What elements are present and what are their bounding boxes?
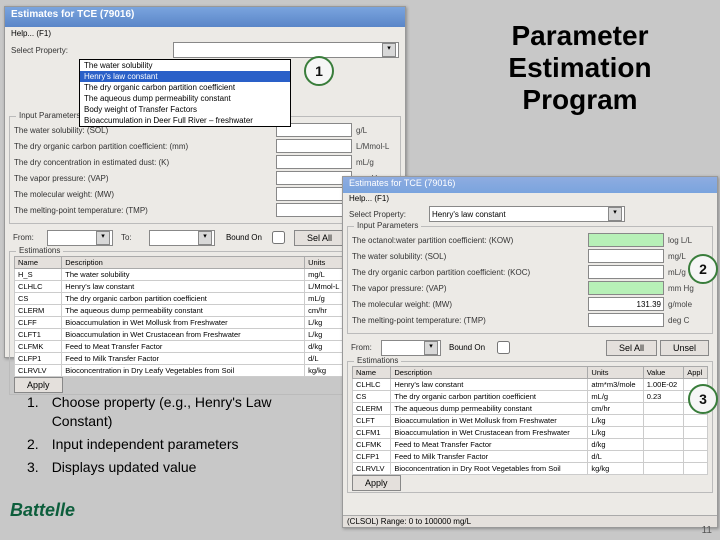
param-field[interactable] — [588, 281, 664, 295]
titlebar-back: Estimates for TCE (79016) — [5, 7, 405, 27]
param-field[interactable] — [276, 155, 352, 169]
table-row[interactable]: CLERMThe aqueous dump permeability const… — [15, 305, 396, 317]
selall-front[interactable]: Sel All — [606, 340, 657, 356]
table-row[interactable]: H_SThe water solubilitymg/L110 — [15, 269, 396, 281]
table-row[interactable]: CLRVLVBioconcentration in Dry Root Veget… — [353, 463, 708, 475]
slide: Parameter Estimation Program Estimates f… — [0, 0, 720, 540]
param-field[interactable] — [588, 249, 664, 263]
dropdown-option[interactable]: The aqueous dump permeability constant — [80, 93, 290, 104]
dropdown-option[interactable]: Henry's law constant — [80, 71, 290, 82]
param-field[interactable] — [276, 139, 352, 153]
table-row[interactable]: CSThe dry organic carbon partition coeff… — [15, 293, 396, 305]
window-front: Estimates for TCE (79016) Help... (F1) S… — [342, 176, 718, 528]
param-field[interactable] — [276, 187, 352, 201]
table-row[interactable]: CLFP1Feed to Milk Transfer Factord/L — [353, 451, 708, 463]
input-section-front: Input Parameters The octanol:water parti… — [347, 226, 713, 334]
select-property-label: Select Property: — [11, 46, 173, 55]
table-row[interactable]: CLFP1Feed to Milk Transfer Factord/L — [15, 353, 396, 365]
table-row[interactable]: CLRVLVBioconcentration in Dry Leafy Vege… — [15, 365, 396, 377]
table-row[interactable]: CSThe dry organic carbon partition coeff… — [353, 391, 708, 403]
property-dropdown-front[interactable]: Henry's law constant▾ — [429, 206, 625, 222]
callout-3: 3 — [688, 384, 718, 414]
to-dd-back[interactable]: ▾ — [149, 230, 215, 246]
dropdown-option[interactable]: The dry organic carbon partition coeffic… — [80, 82, 290, 93]
help-link-front[interactable]: Help... (F1) — [343, 193, 717, 204]
dropdown-list[interactable]: The water solubilityHenry's law constant… — [79, 59, 291, 127]
param-field[interactable] — [276, 203, 352, 217]
table-row[interactable]: CLHLCHenry's law constantL/Mmol-L10.183 — [15, 281, 396, 293]
dropdown-option[interactable]: The water solubility — [80, 60, 290, 71]
table-row[interactable]: CLHLCHenry's law constantatm*m3/mole1.00… — [353, 379, 708, 391]
table-row[interactable]: CLFT1Bioaccumulation in Wet Crustacean f… — [15, 329, 396, 341]
est-table-back: NameDescriptionUnitsValue H_SThe water s… — [14, 256, 396, 377]
table-row[interactable]: CLFMKFeed to Meat Transfer Factord/kg — [353, 439, 708, 451]
param-field[interactable] — [588, 265, 664, 279]
help-link-back[interactable]: Help... (F1) — [5, 27, 405, 40]
apply-front[interactable]: Apply — [352, 475, 401, 491]
unsel-front[interactable]: Unsel — [660, 340, 709, 356]
callout-2: 2 — [688, 254, 718, 284]
table-row[interactable]: CLFM1Bioaccumulation in Wet Crustacean f… — [353, 427, 708, 439]
table-row[interactable]: CLERMThe aqueous dump permeability const… — [353, 403, 708, 415]
slide-title: Parameter Estimation Program — [460, 20, 700, 117]
property-dropdown-back[interactable]: ▾ — [173, 42, 399, 58]
est-section-front: Estimations NameDescriptionUnitsValueApp… — [347, 361, 713, 493]
brand-logo: Battelle — [10, 500, 75, 521]
chevron-down-icon: ▾ — [608, 207, 622, 221]
table-row[interactable]: CLFMKFeed to Meat Transfer Factord/kg — [15, 341, 396, 353]
dropdown-option[interactable]: Body weight of Transfer Factors — [80, 104, 290, 115]
bound-cb-front[interactable] — [497, 341, 510, 354]
bound-cb-back[interactable] — [272, 231, 285, 244]
param-field[interactable] — [588, 233, 664, 247]
titlebar-front: Estimates for TCE (79016) — [343, 177, 717, 193]
table-row[interactable]: CLFFBioaccumulation in Wet Mollusk from … — [15, 317, 396, 329]
callout-1: 1 — [304, 56, 334, 86]
param-field[interactable] — [588, 297, 664, 311]
select-property-label-f: Select Property: — [349, 210, 429, 219]
dropdown-option[interactable]: Bioaccumulation in Deer Full River – fre… — [80, 115, 290, 126]
steps-list: 1.Choose property (e.g., Henry's Law Con… — [24, 390, 324, 480]
table-row[interactable]: CLFTBioaccumulation in Wet Mollusk from … — [353, 415, 708, 427]
selall-back[interactable]: Sel All — [294, 230, 345, 246]
from-dd-back[interactable]: ▾ — [47, 230, 113, 246]
status-bar: (CLSOL) Range: 0 to 100000 mg/L — [343, 515, 717, 527]
param-field[interactable] — [588, 313, 664, 327]
chevron-down-icon: ▾ — [382, 43, 396, 57]
param-field[interactable] — [276, 171, 352, 185]
est-table-front: NameDescriptionUnitsValueAppl CLHLCHenry… — [352, 366, 708, 475]
from-dd-front[interactable]: ▾ — [381, 340, 441, 356]
slide-number: 11 — [702, 525, 712, 536]
